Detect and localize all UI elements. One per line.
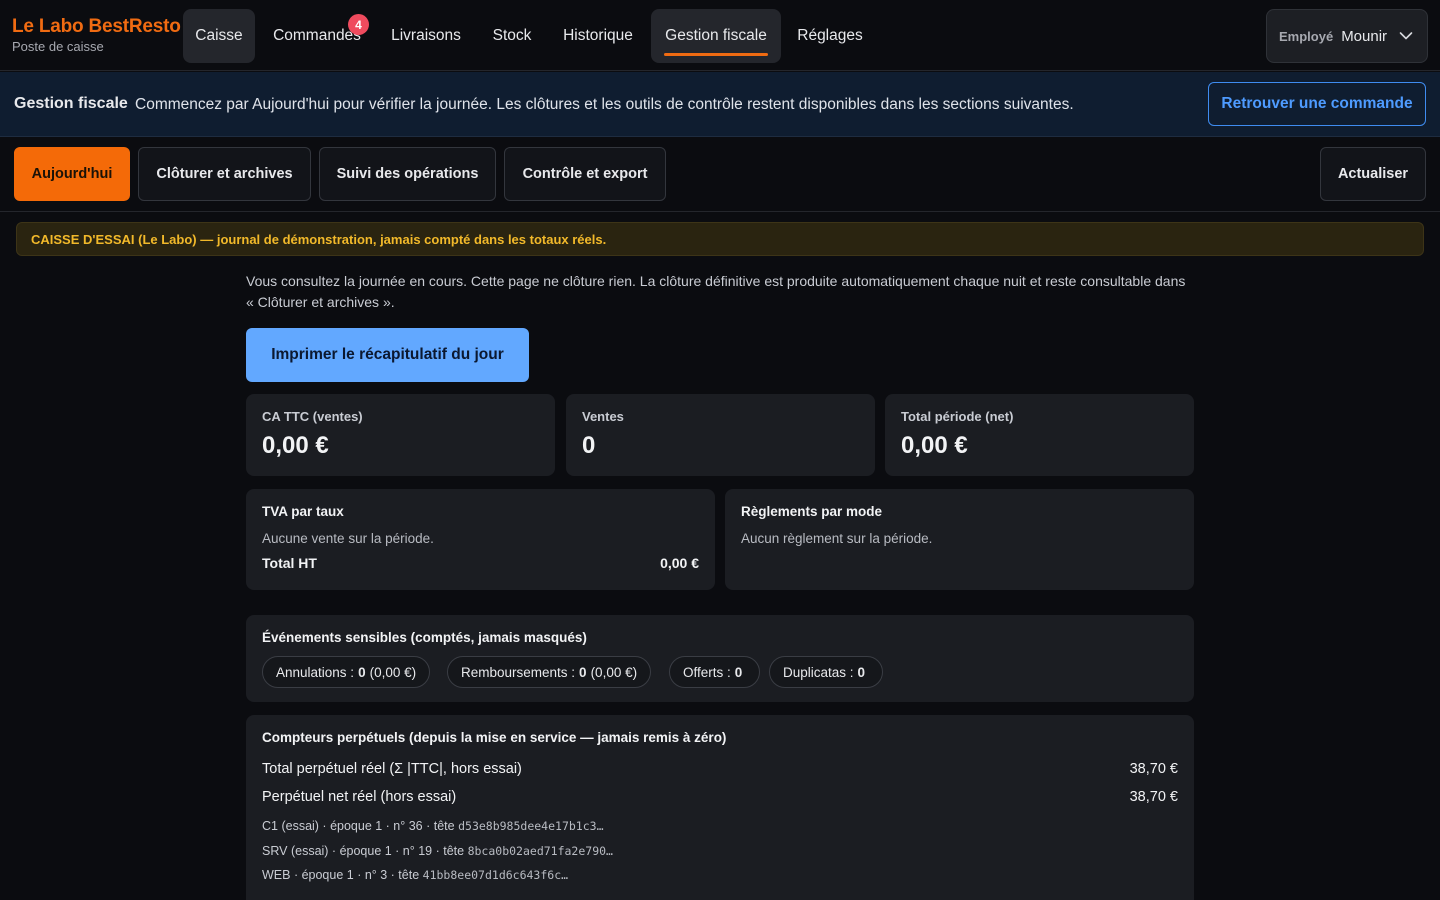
nav-tab-stock[interactable]: Stock	[481, 9, 543, 63]
nav-tab-commandes[interactable]: Commandes 4	[262, 9, 372, 63]
row-label: Total perpétuel réel (Σ |TTC|, hors essa…	[262, 761, 522, 777]
nav-tab-label: Caisse	[195, 27, 243, 44]
pill-count: 0	[857, 664, 866, 680]
subtab-today[interactable]: Aujourd'hui	[14, 147, 130, 201]
nav-tab-reglages[interactable]: Réglages	[787, 9, 873, 63]
event-pill-offered: Offerts : 0	[669, 656, 761, 688]
chain-text: C1 (essai) · époque 1 · n° 36 · tête	[262, 819, 455, 833]
info-banner: Gestion fiscale Commencez par Aujourd'hu…	[0, 72, 1440, 137]
employee-name: Mounir	[1341, 27, 1388, 45]
nav-tab-label: Stock	[492, 27, 532, 44]
pill-label: Remboursements :	[461, 664, 576, 680]
chain-c1: C1 (essai) · époque 1 · n° 36 · tête d53…	[262, 819, 604, 833]
payments-by-mode-card: Règlements par mode Aucun règlement sur …	[725, 489, 1194, 590]
nav-tab-gestion-fiscale[interactable]: Gestion fiscale	[651, 9, 781, 63]
nav-tab-historique[interactable]: Historique	[551, 9, 645, 63]
employee-label: Employé	[1279, 28, 1334, 44]
brand: Le Labo BestResto Poste de caisse	[12, 16, 181, 54]
pill-label: Annulations :	[276, 664, 355, 680]
card-title: Règlements par mode	[741, 504, 883, 519]
brand-name: Le Labo BestResto	[12, 16, 181, 37]
banner-title: Gestion fiscale	[14, 95, 128, 112]
kpi-card-period-total: Total période (net) 0,00 €	[885, 394, 1194, 476]
vat-by-rate-card: TVA par taux Aucune vente sur la période…	[246, 489, 715, 590]
orders-count-badge: 4	[348, 14, 369, 35]
row-value: 38,70 €	[1129, 789, 1178, 805]
chain-hash: 8bca0b02aed71fa2e790…	[467, 844, 613, 858]
nav-tab-label: Livraisons	[391, 27, 461, 44]
subtab-operations[interactable]: Suivi des opérations	[319, 147, 496, 201]
chain-hash: 41bb8ee07d1d6c643f6c…	[422, 868, 569, 882]
row-value: 38,70 €	[1129, 761, 1178, 777]
perpetual-net-row: Perpétuel net réel (hors essai) 38,70 €	[262, 789, 1178, 805]
pill-label: Offerts :	[683, 664, 731, 680]
payments-empty-text: Aucun règlement sur la période.	[741, 531, 933, 546]
refresh-button[interactable]: Actualiser	[1320, 147, 1426, 201]
chevron-down-icon	[1399, 32, 1413, 40]
event-pill-cancellations: Annulations : 0 (0,00 €)	[262, 656, 431, 688]
kpi-label: Total période (net)	[901, 409, 1014, 424]
banner-text: Commencez par Aujourd'hui pour vérifier …	[135, 96, 1074, 113]
chain-text: SRV (essai) · époque 1 · n° 19 · tête	[262, 844, 465, 858]
perpetual-counters-card: Compteurs perpétuels (depuis la mise en …	[246, 715, 1194, 900]
event-pill-duplicates: Duplicatas : 0	[769, 656, 884, 688]
total-ht-label: Total HT	[262, 555, 317, 571]
demo-register-warning: CAISSE D'ESSAI (Le Labo) — journal de dé…	[16, 222, 1424, 256]
chain-hash: d53e8b985dee4e17b1c3…	[458, 819, 604, 833]
kpi-value: 0,00 €	[901, 432, 968, 459]
active-tab-indicator	[664, 53, 768, 56]
subtab-control-export[interactable]: Contrôle et export	[504, 147, 666, 201]
print-daily-summary-button[interactable]: Imprimer le récapitulatif du jour	[246, 328, 529, 382]
row-label: Perpétuel net réel (hors essai)	[262, 789, 457, 805]
top-navigation: Le Labo BestResto Poste de caisse Caisse…	[0, 0, 1440, 71]
pill-label: Duplicatas :	[783, 664, 854, 680]
brand-subtitle: Poste de caisse	[12, 39, 104, 54]
vat-empty-text: Aucune vente sur la période.	[262, 531, 434, 546]
kpi-card-sales: Ventes 0	[566, 394, 875, 476]
kpi-value: 0	[582, 432, 596, 459]
nav-tab-label: Commandes	[273, 27, 361, 44]
pill-count: 0	[579, 664, 587, 680]
pill-amount: (0,00 €)	[369, 664, 417, 680]
card-title: Événements sensibles (comptés, jamais ma…	[262, 630, 587, 645]
nav-tab-label: Gestion fiscale	[665, 27, 767, 44]
find-order-button[interactable]: Retrouver une commande	[1208, 82, 1426, 126]
nav-tab-label: Réglages	[797, 27, 863, 44]
chain-srv: SRV (essai) · époque 1 · n° 19 · tête 8b…	[262, 844, 613, 858]
nav-tab-label: Historique	[563, 27, 633, 44]
kpi-card-revenue: CA TTC (ventes) 0,00 €	[246, 394, 555, 476]
chain-web: WEB · époque 1 · n° 3 · tête 41bb8ee07d1…	[262, 868, 568, 882]
kpi-value: 0,00 €	[262, 432, 329, 459]
nav-tab-caisse[interactable]: Caisse	[183, 9, 255, 63]
card-title: TVA par taux	[262, 504, 344, 519]
pill-count: 0	[734, 664, 743, 680]
subtab-closures[interactable]: Clôturer et archives	[138, 147, 311, 201]
event-pill-refunds: Remboursements : 0 (0,00 €)	[447, 656, 652, 688]
chain-text: WEB · époque 1 · n° 3 · tête	[262, 868, 420, 882]
card-title: Compteurs perpétuels (depuis la mise en …	[262, 730, 727, 745]
sensitive-events-card: Événements sensibles (comptés, jamais ma…	[246, 615, 1194, 702]
perpetual-total-row: Total perpétuel réel (Σ |TTC|, hors essa…	[262, 761, 1178, 777]
employee-selector[interactable]: Employé Mounir	[1266, 9, 1428, 63]
pill-amount: (0,00 €)	[590, 664, 638, 680]
kpi-label: CA TTC (ventes)	[262, 409, 363, 424]
kpi-label: Ventes	[582, 409, 624, 424]
pill-count: 0	[358, 664, 366, 680]
intro-text: Vous consultez la journée en cours. Cett…	[246, 273, 1186, 310]
nav-tab-livraisons[interactable]: Livraisons	[380, 9, 472, 63]
total-ht-value: 0,00 €	[660, 555, 699, 571]
fiscal-subtabs: Aujourd'hui Clôturer et archives Suivi d…	[0, 137, 1440, 212]
